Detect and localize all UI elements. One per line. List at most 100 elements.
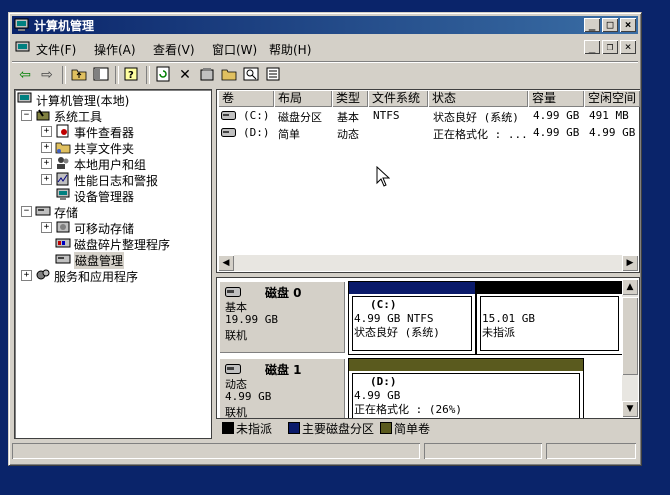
svg-text:?: ? bbox=[128, 70, 134, 81]
tree-label: 设备管理器 bbox=[74, 190, 135, 204]
legend-swatch-unallocated bbox=[222, 422, 234, 434]
status-bar bbox=[12, 441, 638, 460]
tree-label: 磁盘碎片整理程序 bbox=[74, 238, 171, 252]
disk-state: 联机 bbox=[225, 406, 247, 419]
menu-action[interactable]: 操作(A) bbox=[94, 41, 136, 58]
tree-label: 本地用户和组 bbox=[74, 158, 147, 172]
volume-status: 正在格式化 : (26%) bbox=[354, 403, 462, 416]
status-panel bbox=[546, 443, 636, 459]
properties-icon[interactable] bbox=[198, 66, 216, 84]
child-close-button[interactable]: × bbox=[620, 40, 636, 54]
primary-partition-bar bbox=[349, 282, 475, 294]
console-tree: 计算机管理(本地) − 系统工具 + 事件查看器 + 共享文件夹 + 本地用户和… bbox=[14, 89, 212, 439]
scroll-up-button[interactable]: ▲ bbox=[622, 279, 638, 295]
help-icon[interactable]: ? bbox=[122, 66, 140, 84]
child-minimize-button[interactable]: _ bbox=[584, 40, 600, 54]
volume-info: (C:) 4.99 GB NTFS 状态良好 (系统) bbox=[354, 298, 440, 340]
tools-icon bbox=[36, 109, 50, 121]
cell-capacity: 4.99 GB bbox=[533, 109, 580, 122]
expand-toggle[interactable]: + bbox=[41, 174, 52, 185]
computer-icon bbox=[15, 41, 30, 52]
services-icon bbox=[36, 269, 50, 280]
column-header-capacity[interactable]: 容量 bbox=[528, 90, 584, 107]
menu-view[interactable]: 查看(V) bbox=[153, 41, 195, 58]
expand-toggle[interactable]: + bbox=[21, 270, 32, 281]
table-row[interactable]: (D:) 简单 动态 正在格式化 : ... 4.99 GB 4.99 GB bbox=[218, 125, 638, 141]
cell-status: 正在格式化 : ... bbox=[433, 128, 528, 141]
disk-icon bbox=[225, 287, 241, 297]
computer-management-icon bbox=[14, 18, 29, 31]
menu-help[interactable]: 帮助(H) bbox=[269, 41, 311, 58]
tree-label: 服务和应用程序 bbox=[54, 270, 139, 284]
column-header-type[interactable]: 类型 bbox=[332, 90, 368, 107]
disk-1-header[interactable]: 磁盘 1 动态 4.99 GB 联机 bbox=[219, 358, 345, 419]
performance-icon bbox=[56, 172, 69, 186]
tree-label: 系统工具 bbox=[54, 110, 103, 124]
tree-label: 计算机管理(本地) bbox=[36, 94, 130, 108]
volume-c[interactable]: (C:) 4.99 GB NTFS 状态良好 (系统) bbox=[348, 281, 476, 355]
menu-window[interactable]: 窗口(W) bbox=[212, 41, 257, 58]
disk-0-header[interactable]: 磁盘 0 基本 19.99 GB 联机 bbox=[219, 281, 345, 353]
horizontal-scrollbar[interactable]: ◀ ▶ bbox=[218, 255, 638, 271]
forward-arrow-icon[interactable]: ⇨ bbox=[38, 66, 56, 84]
legend-label: 简单卷 bbox=[394, 422, 431, 436]
volume-status: 未指派 bbox=[482, 326, 515, 339]
disk-icon bbox=[225, 364, 241, 374]
refresh-icon[interactable] bbox=[154, 66, 172, 84]
unallocated-space[interactable]: 15.01 GB 未指派 bbox=[476, 281, 623, 355]
column-header-layout[interactable]: 布局 bbox=[274, 90, 332, 107]
disk-size: 19.99 GB bbox=[225, 313, 278, 326]
table-row[interactable]: (C:) 磁盘分区 基本 NTFS 状态良好 (系统) 4.99 GB 491 … bbox=[218, 108, 638, 124]
close-button[interactable]: × bbox=[620, 18, 636, 32]
delete-icon[interactable]: ✕ bbox=[176, 66, 194, 84]
toolbar-separator bbox=[115, 66, 119, 84]
mouse-cursor-icon bbox=[376, 166, 390, 187]
scroll-right-button[interactable]: ▶ bbox=[622, 255, 638, 271]
legend: 未指派 主要磁盘分区 简单卷 bbox=[216, 419, 640, 437]
title-bar[interactable]: 计算机管理 _ □ × bbox=[12, 16, 638, 34]
legend-label: 主要磁盘分区 bbox=[302, 422, 375, 436]
disk-management-icon bbox=[55, 254, 71, 264]
device-manager-icon bbox=[56, 188, 70, 200]
event-viewer-icon bbox=[56, 124, 69, 138]
cell-volume: (C:) bbox=[243, 109, 270, 122]
search-icon[interactable] bbox=[242, 66, 260, 84]
scroll-thumb[interactable] bbox=[622, 297, 638, 375]
show-hide-tree-icon[interactable] bbox=[92, 66, 110, 84]
expand-toggle[interactable]: + bbox=[41, 142, 52, 153]
toolbar-separator bbox=[62, 66, 66, 84]
disk-state: 联机 bbox=[225, 329, 247, 342]
defrag-icon bbox=[55, 238, 71, 248]
scroll-down-button[interactable]: ▼ bbox=[622, 401, 638, 417]
toolbar-separator bbox=[146, 66, 150, 84]
cell-layout: 磁盘分区 bbox=[278, 111, 322, 124]
minimize-button[interactable]: _ bbox=[584, 18, 600, 32]
collapse-toggle[interactable]: − bbox=[21, 206, 32, 217]
scroll-left-button[interactable]: ◀ bbox=[218, 255, 234, 271]
back-arrow-icon[interactable]: ⇦ bbox=[16, 66, 34, 84]
open-folder-icon[interactable] bbox=[220, 66, 238, 84]
column-header-filesystem[interactable]: 文件系统 bbox=[368, 90, 428, 107]
volume-icon bbox=[221, 128, 236, 137]
cell-free-space: 491 MB bbox=[589, 109, 629, 122]
child-restore-button[interactable]: ❐ bbox=[602, 40, 618, 54]
column-header-status[interactable]: 状态 bbox=[428, 90, 528, 107]
maximize-button[interactable]: □ bbox=[602, 18, 618, 32]
expand-toggle[interactable]: + bbox=[41, 158, 52, 169]
column-header-volume[interactable]: 卷 bbox=[218, 90, 274, 107]
expand-toggle[interactable]: + bbox=[41, 222, 52, 233]
menu-file[interactable]: 文件(F) bbox=[36, 41, 76, 58]
up-folder-icon[interactable] bbox=[70, 66, 88, 84]
volume-label: (C:) bbox=[370, 298, 397, 311]
volume-info: (D:) 4.99 GB 正在格式化 : (26%) bbox=[354, 375, 462, 417]
cell-free-space: 4.99 GB bbox=[589, 126, 636, 139]
volume-size: 4.99 GB NTFS bbox=[354, 312, 434, 325]
console-icon[interactable] bbox=[264, 66, 282, 84]
volume-d[interactable]: (D:) 4.99 GB 正在格式化 : (26%) bbox=[348, 358, 584, 418]
status-panel bbox=[12, 443, 420, 459]
vertical-scrollbar[interactable]: ▲ ▼ bbox=[622, 279, 638, 417]
legend-swatch-simple bbox=[380, 422, 392, 434]
column-header-free-space[interactable]: 空闲空间 bbox=[584, 90, 640, 107]
collapse-toggle[interactable]: − bbox=[21, 110, 32, 121]
expand-toggle[interactable]: + bbox=[41, 126, 52, 137]
